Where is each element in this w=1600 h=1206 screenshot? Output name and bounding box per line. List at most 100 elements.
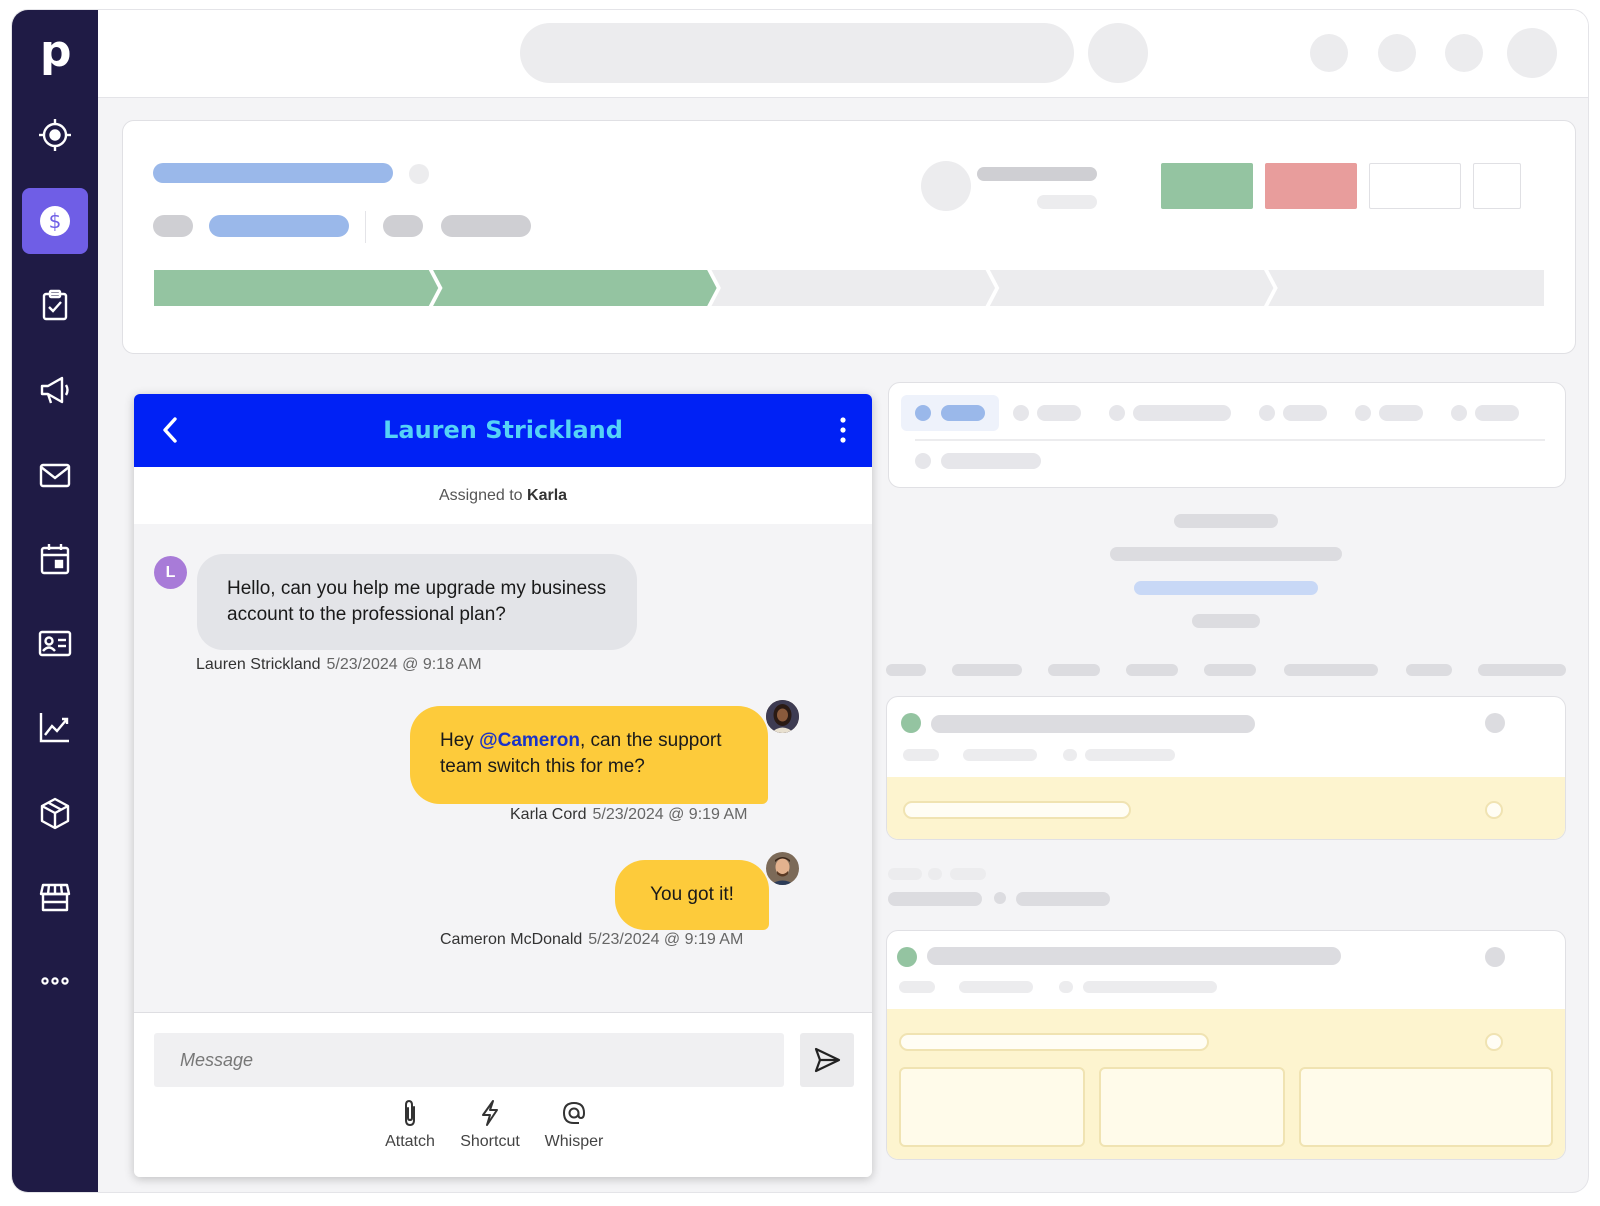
app-logo[interactable]: p (40, 30, 72, 80)
filter-placeholder[interactable] (1406, 664, 1452, 676)
tab-placeholder[interactable] (1109, 405, 1125, 421)
assigned-name: Karla (527, 487, 568, 504)
owner-name-placeholder (977, 167, 1097, 181)
tab-placeholder[interactable] (1133, 405, 1231, 421)
attachment-placeholder[interactable] (899, 1067, 1085, 1147)
empty-state-link-placeholder[interactable] (1134, 581, 1318, 595)
activity-title-placeholder (927, 947, 1341, 965)
filter-placeholder[interactable] (1126, 664, 1178, 676)
kebab-menu-icon[interactable] (836, 414, 850, 446)
tab-placeholder[interactable] (1283, 405, 1327, 421)
filter-placeholder[interactable] (1284, 664, 1378, 676)
activity-status-dot[interactable] (897, 947, 917, 967)
tab-icon-placeholder (915, 405, 931, 421)
sidebar-item-products[interactable] (22, 780, 88, 846)
sidebar-item-insights[interactable] (22, 694, 88, 760)
activity-status-dot[interactable] (901, 713, 921, 733)
calendar-icon (40, 544, 70, 575)
activity-note-icon-placeholder[interactable] (1485, 801, 1503, 819)
filter-placeholder[interactable] (1048, 664, 1100, 676)
field-placeholder[interactable] (941, 453, 1041, 469)
action-button-placeholder[interactable] (1369, 163, 1461, 209)
tab-placeholder[interactable] (1037, 405, 1081, 421)
activity-note-placeholder[interactable] (903, 801, 1131, 819)
tab-placeholder[interactable] (1451, 405, 1467, 421)
assignment-banner: Assigned to Karla (134, 467, 872, 524)
message-composer: Attatch Shortcut Whisper (134, 1012, 872, 1177)
whisper-button[interactable]: Whisper (534, 1099, 614, 1151)
shortcut-button[interactable]: Shortcut (450, 1099, 530, 1151)
meta-placeholder (153, 215, 193, 237)
sidebar-item-tasks[interactable] (22, 272, 88, 338)
divider (915, 439, 1545, 441)
quick-add-placeholder[interactable] (1088, 23, 1148, 83)
activity-meta-placeholder (963, 749, 1037, 761)
message-author: Lauren Strickland (196, 656, 321, 673)
mention-link[interactable]: @Cameron (479, 730, 580, 751)
sidebar-item-mail[interactable] (22, 442, 88, 508)
empty-state-placeholder (1110, 547, 1342, 561)
activity-meta-placeholder (899, 981, 935, 993)
lost-button[interactable] (1265, 163, 1357, 209)
megaphone-icon (40, 376, 69, 404)
meta-link-placeholder (209, 215, 349, 237)
activity-meta-placeholder (1083, 981, 1217, 993)
tab-placeholder[interactable] (1259, 405, 1275, 421)
message-author: Karla Cord (510, 806, 587, 823)
filter-placeholder[interactable] (1204, 664, 1256, 676)
profile-avatar-placeholder[interactable] (1507, 28, 1557, 78)
divider (365, 211, 366, 243)
pipeline-stage[interactable] (153, 269, 441, 307)
sidebar-item-deals[interactable]: $ (22, 188, 88, 254)
sidebar-item-calendar[interactable] (22, 526, 88, 592)
sidebar-item-marketplace[interactable] (22, 864, 88, 930)
topbar-icon-placeholder[interactable] (1378, 34, 1416, 72)
send-button[interactable] (800, 1033, 854, 1087)
sidebar-item-campaigns[interactable] (22, 356, 88, 422)
tab-placeholder[interactable] (1379, 405, 1423, 421)
tab-placeholder[interactable] (1013, 405, 1029, 421)
owner-avatar-placeholder (921, 161, 971, 211)
activity-note-placeholder[interactable] (899, 1033, 1209, 1051)
filter-placeholder[interactable] (952, 664, 1022, 676)
search-bar-placeholder[interactable] (520, 23, 1074, 83)
attachment-placeholder[interactable] (1299, 1067, 1553, 1147)
more-icon (41, 977, 69, 985)
chat-contact-name: Lauren Strickland (383, 416, 623, 444)
topbar-icon-placeholder[interactable] (1445, 34, 1483, 72)
activity-action-placeholder[interactable] (1485, 947, 1505, 967)
pipeline-stage[interactable] (1265, 269, 1545, 307)
shortcut-label: Shortcut (460, 1133, 520, 1150)
tab-placeholder[interactable] (1355, 405, 1371, 421)
message-author: Cameron McDonald (440, 931, 583, 948)
message-timestamp: 5/23/2024 @ 9:19 AM (588, 931, 744, 948)
filter-placeholder[interactable] (886, 664, 926, 676)
sidebar-item-more[interactable] (22, 948, 88, 1014)
sidebar-item-focus[interactable] (22, 102, 88, 168)
activity-action-placeholder[interactable] (1485, 713, 1505, 733)
whisper-label: Whisper (544, 1133, 604, 1150)
empty-state-placeholder (1192, 614, 1260, 628)
message-meta: Karla Cord 5/23/2024 @ 9:19 AM (510, 806, 748, 824)
attachment-placeholder[interactable] (1099, 1067, 1285, 1147)
attach-button[interactable]: Attatch (370, 1099, 450, 1151)
more-actions-placeholder[interactable] (1473, 163, 1521, 209)
sidebar-item-contacts[interactable] (22, 610, 88, 676)
filter-placeholder[interactable] (1478, 664, 1566, 676)
activity-note-icon-placeholder[interactable] (1485, 1033, 1503, 1051)
chat-header: Lauren Strickland (134, 394, 872, 467)
pipeline-stage[interactable] (708, 269, 998, 307)
pipeline-stage[interactable] (430, 269, 719, 307)
topbar-icon-placeholder[interactable] (1310, 34, 1348, 72)
contact-card-icon (38, 630, 72, 657)
tab-placeholder[interactable] (1475, 405, 1519, 421)
pipeline-progress[interactable] (153, 269, 1545, 307)
section-label-placeholder (888, 868, 922, 880)
mail-icon (39, 463, 71, 488)
section-label-placeholder (950, 868, 986, 880)
message-meta: Lauren Strickland 5/23/2024 @ 9:18 AM (196, 656, 482, 674)
won-button[interactable] (1161, 163, 1253, 209)
pipeline-stage[interactable] (987, 269, 1276, 307)
message-input[interactable] (154, 1033, 784, 1087)
section-label-placeholder (928, 868, 942, 880)
